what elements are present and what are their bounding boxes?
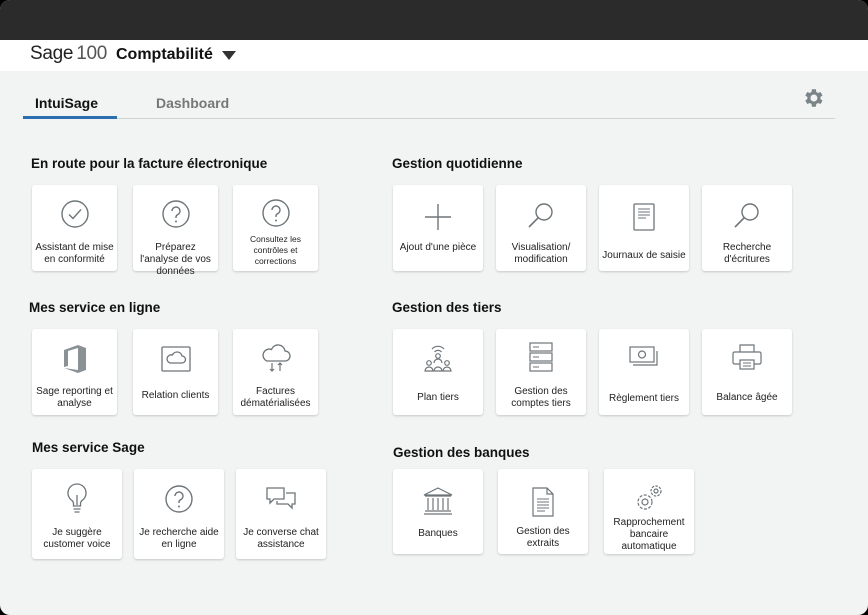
tile-assistant-conformite[interactable]: Assistant de mise en conformité bbox=[32, 185, 117, 271]
chat-icon bbox=[266, 487, 296, 510]
tile-label: Je recherche aide en ligne bbox=[139, 527, 219, 550]
tile-ajout-piece[interactable]: Ajout d'une pièce bbox=[393, 185, 483, 271]
tile-label: Recherche d'écritures bbox=[722, 242, 772, 265]
tile-label: Visualisation/ modification bbox=[511, 242, 571, 265]
cloud-box-icon bbox=[160, 346, 191, 372]
tile-label: Sage reporting et analyse bbox=[36, 386, 113, 409]
tile-gestion-extraits[interactable]: Gestion des extraits bbox=[498, 469, 588, 554]
tile-journaux-saisie[interactable]: Journaux de saisie bbox=[599, 185, 689, 271]
tab-intuisage[interactable]: IntuiSage bbox=[35, 95, 98, 111]
check-circle-icon bbox=[60, 200, 89, 228]
help-circle-icon bbox=[161, 200, 190, 228]
tile-label: Banques bbox=[418, 528, 458, 539]
tile-recherche-ecritures[interactable]: Recherche d'écritures bbox=[702, 185, 792, 271]
printer-icon bbox=[732, 344, 762, 370]
tile-reglement-tiers[interactable]: Règlement tiers bbox=[599, 329, 689, 415]
tile-label: Ajout d'une pièce bbox=[399, 242, 477, 253]
tile-label: Je converse chat assistance bbox=[243, 527, 319, 550]
lightbulb-icon bbox=[67, 483, 87, 513]
tile-label: Relation clients bbox=[141, 390, 210, 401]
gear-icon[interactable] bbox=[801, 86, 825, 110]
document-icon bbox=[532, 487, 554, 517]
help-circle-icon bbox=[261, 199, 290, 227]
tile-relation-clients[interactable]: Relation clients bbox=[133, 329, 218, 415]
tile-je-converse[interactable]: Je converse chat assistance bbox=[236, 469, 326, 559]
tile-banques[interactable]: Banques bbox=[393, 469, 483, 554]
tile-label: Règlement tiers bbox=[608, 393, 680, 404]
tile-label: Je suggère customer voice bbox=[43, 527, 111, 550]
tile-plan-tiers[interactable]: Plan tiers bbox=[393, 329, 483, 415]
tile-factures-dematerialisees[interactable]: Factures dématérialisées bbox=[233, 329, 318, 415]
office-icon bbox=[63, 345, 86, 373]
server-icon bbox=[529, 342, 553, 372]
app-header: Sage 100 Comptabilité bbox=[0, 40, 868, 71]
section-title-quotidienne: Gestion quotidienne bbox=[392, 156, 523, 171]
module-selector-label[interactable]: Comptabilité bbox=[116, 46, 213, 64]
tile-label: Préparez l'analyse de vos données bbox=[140, 242, 211, 277]
tile-balance-agee[interactable]: Balance âgée bbox=[702, 329, 792, 415]
journal-icon bbox=[633, 203, 655, 231]
tile-label: Balance âgée bbox=[716, 392, 778, 403]
gears-icon bbox=[637, 485, 662, 510]
section-title-sage: Mes service Sage bbox=[32, 440, 145, 455]
app-window: Sage 100 Comptabilité IntuiSage Dashboard… bbox=[0, 0, 868, 615]
tab-divider bbox=[23, 118, 835, 119]
tile-label: Plan tiers bbox=[417, 392, 459, 403]
search-icon bbox=[528, 203, 553, 228]
section-title-banques: Gestion des banques bbox=[393, 445, 530, 460]
tile-rapprochement-bancaire[interactable]: Rapprochement bancaire automatique bbox=[604, 469, 694, 554]
section-title-en-ligne: Mes service en ligne bbox=[29, 300, 161, 315]
tab-dashboard[interactable]: Dashboard bbox=[156, 95, 229, 111]
device-top-bar bbox=[0, 0, 868, 40]
tile-label: Factures dématérialisées bbox=[240, 386, 311, 409]
sage-logo: Sage 100 bbox=[30, 43, 107, 65]
tile-gestion-comptes-tiers[interactable]: Gestion des comptes tiers bbox=[496, 329, 586, 415]
logo-number: 100 bbox=[76, 43, 107, 64]
tile-preparez-analyse[interactable]: Préparez l'analyse de vos données bbox=[133, 185, 218, 277]
tile-label: Consultez les contrôles et corrections bbox=[249, 234, 302, 266]
tile-sage-reporting[interactable]: Sage reporting et analyse bbox=[32, 329, 117, 415]
tile-label: Gestion des extraits bbox=[516, 526, 570, 549]
tile-visualisation-modification[interactable]: Visualisation/ modification bbox=[496, 185, 586, 271]
search-icon bbox=[734, 203, 759, 228]
tile-je-suggere[interactable]: Je suggère customer voice bbox=[32, 469, 122, 559]
people-network-icon bbox=[424, 345, 452, 372]
tile-label: Rapprochement bancaire automatique bbox=[613, 517, 685, 552]
logo-text: Sage bbox=[30, 43, 74, 64]
chevron-down-icon[interactable] bbox=[222, 51, 236, 60]
section-title-facture: En route pour la facture électronique bbox=[31, 156, 268, 171]
active-tab-indicator bbox=[23, 116, 117, 119]
plus-icon bbox=[425, 204, 451, 230]
section-title-tiers: Gestion des tiers bbox=[392, 300, 502, 315]
tile-consultez-controles[interactable]: Consultez les contrôles et corrections bbox=[233, 185, 318, 271]
tile-label: Journaux de saisie bbox=[602, 250, 686, 261]
tile-label: Gestion des comptes tiers bbox=[511, 386, 571, 409]
tile-je-recherche-aide[interactable]: Je recherche aide en ligne bbox=[134, 469, 224, 559]
banknotes-icon bbox=[629, 346, 658, 366]
bank-icon bbox=[423, 487, 453, 515]
cloud-transfer-icon bbox=[261, 344, 291, 372]
help-circle-icon bbox=[165, 485, 193, 513]
tile-label: Assistant de mise en conformité bbox=[35, 242, 114, 265]
